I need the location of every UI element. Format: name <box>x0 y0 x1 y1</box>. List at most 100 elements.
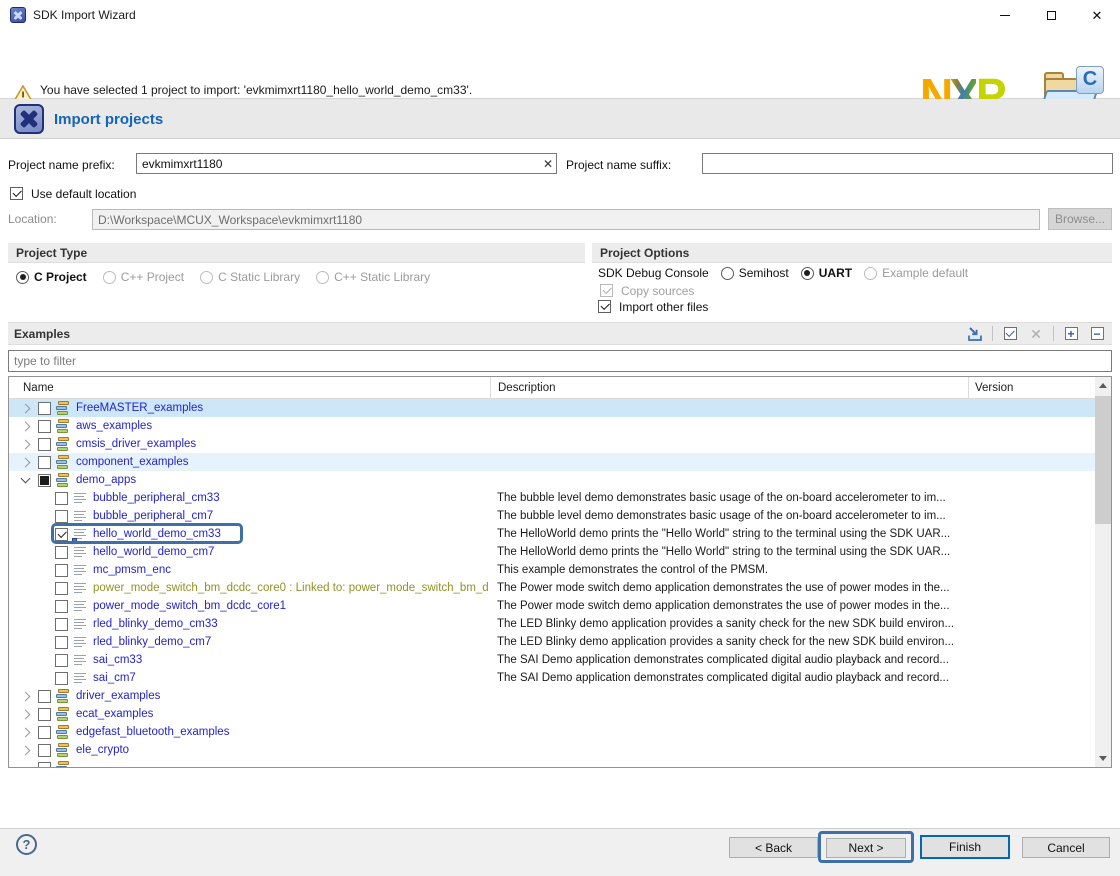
row-checkbox[interactable] <box>38 474 51 487</box>
table-row[interactable]: power_mode_switch_bm_dcdc_core0 : Linked… <box>9 579 1095 597</box>
example-name[interactable]: driver_examples <box>76 690 160 702</box>
column-header-name[interactable]: Name <box>9 377 490 398</box>
table-row[interactable]: sai_cm7The SAI Demo application demonstr… <box>9 669 1095 687</box>
table-row[interactable]: bubble_peripheral_cm33The bubble level d… <box>9 489 1095 507</box>
example-name[interactable]: rled_blinky_demo_cm33 <box>93 618 218 630</box>
vertical-scrollbar[interactable] <box>1095 377 1111 767</box>
table-row[interactable]: ecat_examples <box>9 705 1095 723</box>
table-row[interactable]: cmsis_driver_examples <box>9 435 1095 453</box>
row-checkbox[interactable] <box>38 726 51 739</box>
expand-all-icon[interactable]: + <box>1062 325 1080 343</box>
row-checkbox[interactable] <box>55 600 68 613</box>
example-name[interactable]: ecat_examples <box>76 708 153 720</box>
row-checkbox[interactable] <box>38 744 51 757</box>
table-row[interactable]: ele_crypto <box>9 741 1095 759</box>
table-row[interactable]: sai_cm33The SAI Demo application demonst… <box>9 651 1095 669</box>
column-header-version[interactable]: Version <box>968 377 1095 398</box>
back-button[interactable]: < Back <box>729 837 818 858</box>
example-name[interactable]: sai_cm7 <box>93 672 136 684</box>
row-checkbox[interactable] <box>38 708 51 721</box>
column-header-description[interactable]: Description <box>490 377 968 398</box>
row-checkbox[interactable] <box>38 438 51 451</box>
example-name[interactable]: aws_examples <box>76 420 152 432</box>
use-default-location-checkbox[interactable] <box>10 187 23 200</box>
expand-arrow-icon[interactable] <box>21 421 31 431</box>
example-name[interactable]: mc_pmsm_enc <box>93 564 171 576</box>
table-row[interactable]: driver_examples <box>9 687 1095 705</box>
close-button[interactable]: ✕ <box>1074 0 1120 30</box>
example-name[interactable]: power_mode_switch_bm_dcdc_core0 : Linked… <box>93 582 489 594</box>
finish-button[interactable]: Finish <box>920 835 1010 859</box>
prefix-input[interactable] <box>136 153 557 174</box>
radio-c-project[interactable]: C Project <box>16 270 87 284</box>
expand-arrow-icon[interactable] <box>21 727 31 737</box>
table-row[interactable]: aws_examples <box>9 417 1095 435</box>
example-name[interactable]: sai_cm33 <box>93 654 142 666</box>
table-row[interactable]: edgefast_bluetooth_examples <box>9 723 1095 741</box>
next-button[interactable]: Next > <box>826 838 906 858</box>
filter-input[interactable] <box>8 350 1112 372</box>
example-name[interactable]: ele_crypto <box>76 744 129 756</box>
row-checkbox[interactable] <box>55 636 68 649</box>
expand-arrow-icon[interactable] <box>21 457 31 467</box>
example-name[interactable]: hello_world_demo_cm33 <box>93 528 221 540</box>
table-row[interactable]: rled_blinky_demo_cm7The LED Blinky demo … <box>9 633 1095 651</box>
table-row[interactable]: rled_blinky_demo_cm33The LED Blinky demo… <box>9 615 1095 633</box>
row-checkbox[interactable] <box>55 510 68 523</box>
row-checkbox[interactable] <box>55 564 68 577</box>
example-name[interactable]: bubble_peripheral_cm33 <box>93 492 220 504</box>
table-row[interactable]: mc_pmsm_encThis example demonstrates the… <box>9 561 1095 579</box>
example-name[interactable]: bubble_peripheral_cm7 <box>93 510 213 522</box>
row-checkbox[interactable] <box>38 762 51 768</box>
example-name[interactable]: hello_world_demo_cm7 <box>93 546 214 558</box>
select-all-icon[interactable] <box>1001 325 1019 343</box>
row-checkbox[interactable] <box>38 690 51 703</box>
row-checkbox[interactable] <box>55 546 68 559</box>
table-row[interactable] <box>9 759 1095 767</box>
example-name[interactable]: FreeMASTER_examples <box>76 402 203 414</box>
expand-arrow-icon[interactable] <box>21 745 31 755</box>
row-checkbox[interactable] <box>55 492 68 505</box>
expand-arrow-icon[interactable] <box>21 439 31 449</box>
expand-arrow-icon[interactable] <box>21 691 31 701</box>
table-row[interactable]: demo_apps <box>9 471 1095 489</box>
row-checkbox[interactable] <box>55 582 68 595</box>
example-name[interactable]: demo_apps <box>76 474 136 486</box>
cancel-button[interactable]: Cancel <box>1022 837 1110 858</box>
minimize-button[interactable] <box>982 0 1028 30</box>
row-checkbox[interactable] <box>38 402 51 415</box>
row-checkbox[interactable] <box>55 654 68 667</box>
collapse-all-icon[interactable]: − <box>1088 325 1106 343</box>
table-row[interactable]: bubble_peripheral_cm7The bubble level de… <box>9 507 1095 525</box>
expand-arrow-icon[interactable] <box>21 403 31 413</box>
table-row[interactable]: FreeMASTER_examples <box>9 399 1095 417</box>
help-button[interactable]: ? <box>16 834 37 855</box>
maximize-button[interactable] <box>1028 0 1074 30</box>
table-row[interactable]: component_examples <box>9 453 1095 471</box>
example-name[interactable]: power_mode_switch_bm_dcdc_core1 <box>93 600 286 612</box>
scroll-up-icon[interactable] <box>1095 377 1111 394</box>
row-checkbox[interactable] <box>38 420 51 433</box>
radio-uart[interactable]: UART <box>801 266 852 280</box>
collapse-arrow-icon[interactable] <box>21 474 31 484</box>
row-checkbox[interactable] <box>55 672 68 685</box>
table-row[interactable]: hello_world_demo_cm33The HelloWorld demo… <box>9 525 1095 543</box>
import-other-files-checkbox[interactable] <box>598 300 611 313</box>
row-checkbox[interactable] <box>38 456 51 469</box>
expand-arrow-icon[interactable] <box>21 709 31 719</box>
table-row[interactable]: power_mode_switch_bm_dcdc_core1The Power… <box>9 597 1095 615</box>
row-name-cell: hello_world_demo_cm33 <box>9 525 490 543</box>
radio-semihost[interactable]: Semihost <box>721 266 789 280</box>
row-checkbox[interactable] <box>55 528 68 541</box>
example-name[interactable]: cmsis_driver_examples <box>76 438 196 450</box>
row-checkbox[interactable] <box>55 618 68 631</box>
example-name[interactable]: edgefast_bluetooth_examples <box>76 726 229 738</box>
import-example-icon[interactable] <box>966 325 984 343</box>
scrollbar-thumb[interactable] <box>1095 396 1111 524</box>
scroll-down-icon[interactable] <box>1095 750 1111 767</box>
example-name[interactable]: component_examples <box>76 456 189 468</box>
table-row[interactable]: hello_world_demo_cm7The HelloWorld demo … <box>9 543 1095 561</box>
suffix-input[interactable] <box>702 153 1113 174</box>
example-name[interactable]: rled_blinky_demo_cm7 <box>93 636 211 648</box>
clear-prefix-icon[interactable]: ✕ <box>543 157 553 171</box>
